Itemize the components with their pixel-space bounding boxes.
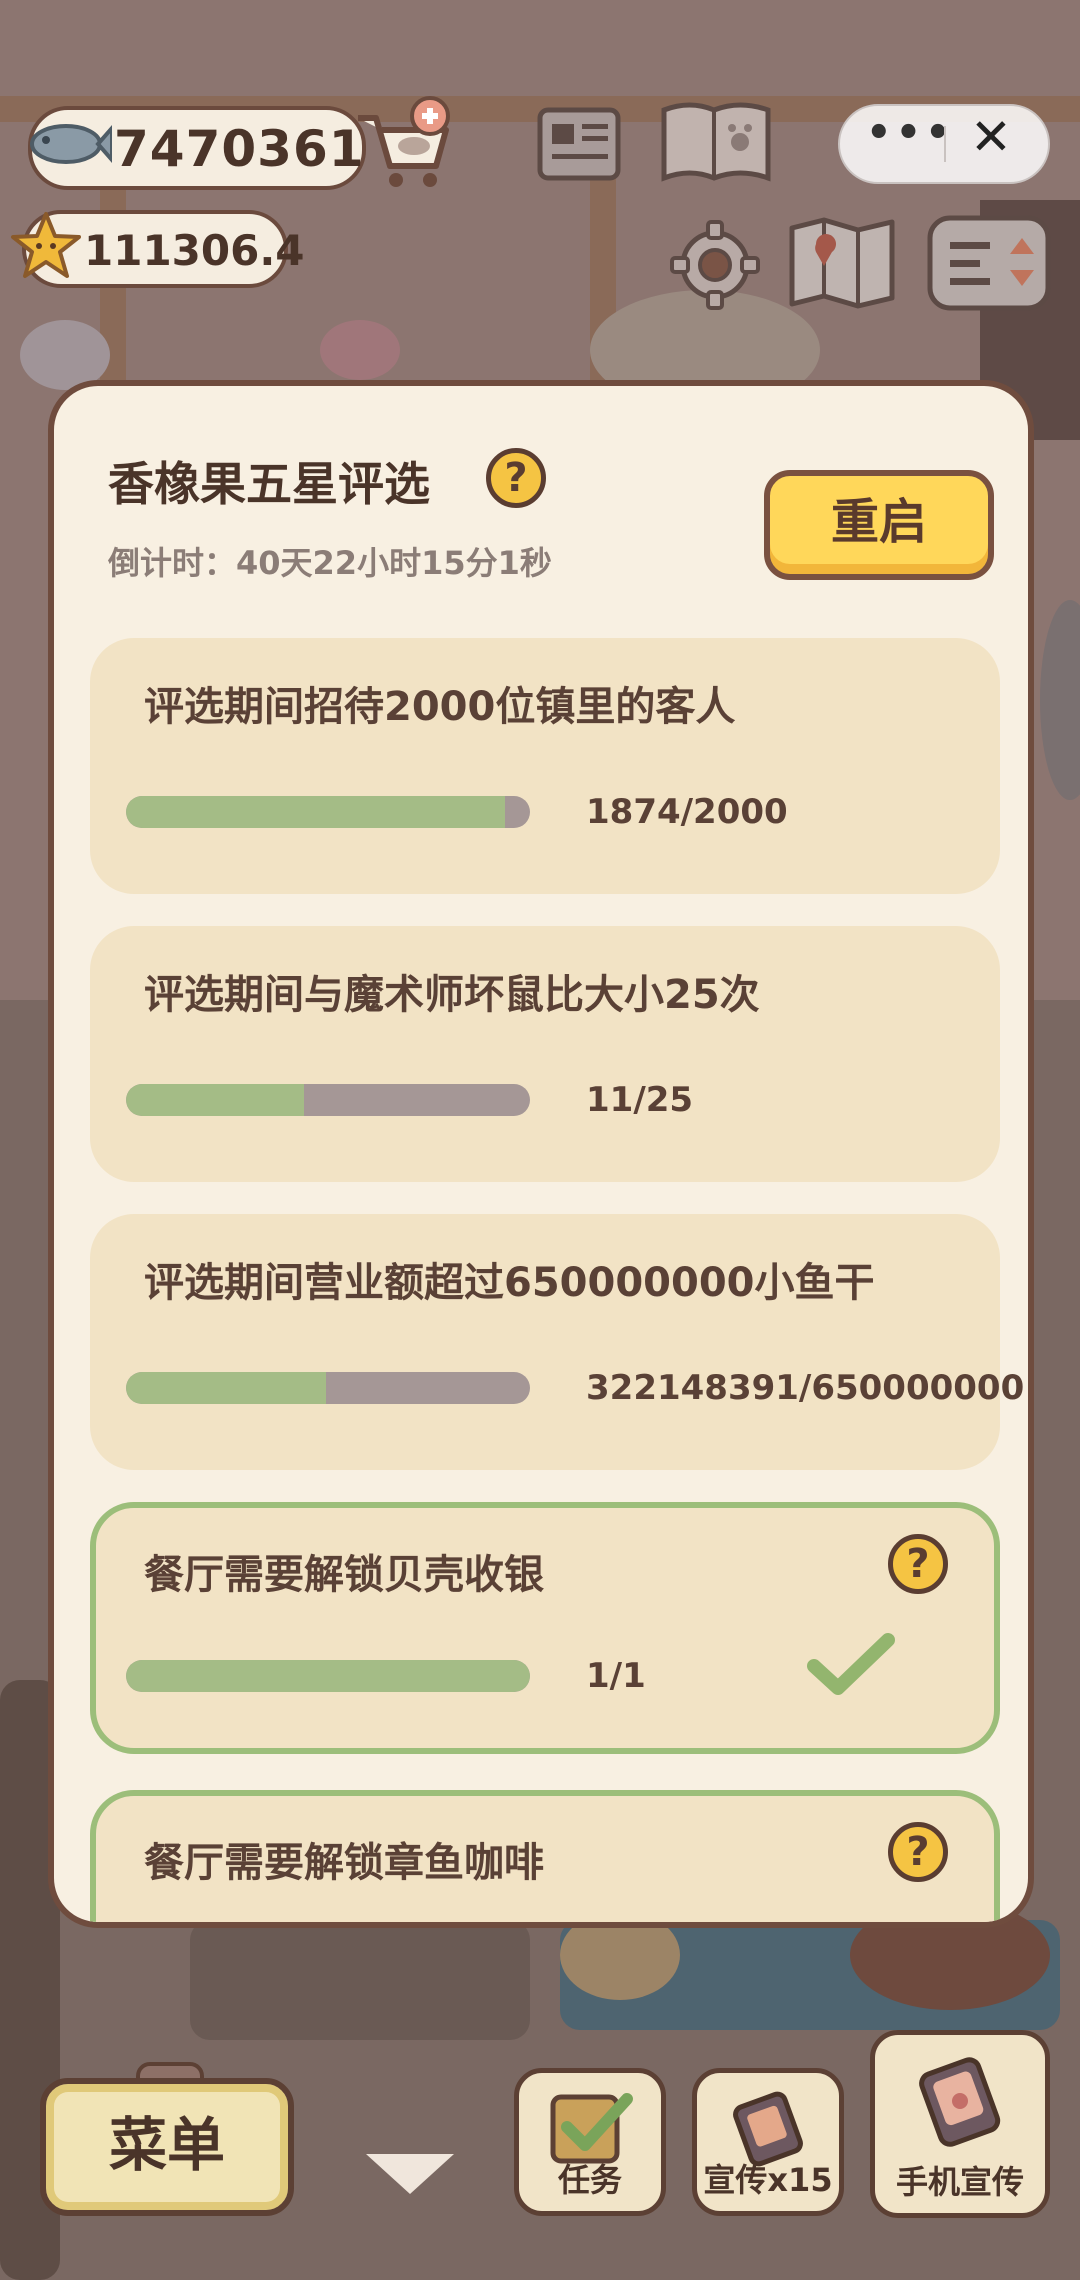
countdown-text: 倒计时：40天22小时15分1秒 (108, 544, 552, 582)
task-description: 餐厅需要解锁章鱼咖啡 (144, 1840, 544, 1886)
help-question-icon[interactable]: ? (888, 1822, 948, 1882)
progress-text: 11/25 (586, 1080, 694, 1120)
mini-program-capsule: ••• ✕ (838, 104, 1050, 184)
task-card-completed: 餐厅需要解锁章鱼咖啡 ? (90, 1790, 1000, 1922)
checkmark-icon (807, 1633, 895, 1695)
star-count: 111306.4 (84, 226, 305, 275)
progress-text: 322148391/650000000 (586, 1368, 1025, 1408)
progress-bar (126, 796, 530, 828)
phone-promotion-button[interactable]: 手机宣传 (870, 2030, 1050, 2218)
shop-cart-plus-icon[interactable] (350, 96, 456, 192)
dialog-title: 香橡果五星评选 (108, 457, 430, 511)
fish-count: 7470361 (114, 120, 365, 178)
settings-gear-icon[interactable] (668, 218, 762, 312)
task-description: 评选期间与魔术师坏鼠比大小25次 (144, 972, 760, 1018)
collapse-arrow-icon[interactable] (366, 2154, 454, 2194)
restart-button[interactable]: 重启 (764, 470, 994, 580)
fish-icon (30, 124, 112, 164)
close-mini-program-button[interactable]: ✕ (970, 108, 1012, 166)
help-question-icon[interactable]: ? (486, 448, 546, 508)
phone-paw-icon (919, 2057, 1001, 2147)
task-list[interactable]: 评选期间招待2000位镇里的客人 1874/2000 评选期间与魔术师坏鼠比大小… (90, 638, 1024, 1922)
help-question-icon[interactable]: ? (888, 1534, 948, 1594)
promotion-label: 宣传x15 (703, 2161, 833, 2199)
task-description: 评选期间招待2000位镇里的客人 (144, 684, 736, 730)
newspaper-icon[interactable] (534, 100, 624, 190)
task-description: 评选期间营业额超过650000000小鱼干 (144, 1260, 875, 1306)
progress-bar (126, 1084, 530, 1116)
task-card-completed: 餐厅需要解锁贝壳收银 ? 1/1 (90, 1502, 1000, 1754)
task-card: 评选期间营业额超过650000000小鱼干 322148391/65000000… (90, 1214, 1024, 1470)
progress-text: 1874/2000 (586, 792, 788, 832)
task-button[interactable]: 任务 (514, 2068, 666, 2216)
menu-button[interactable]: 菜单 (40, 2078, 294, 2216)
capsule-divider (944, 126, 946, 162)
phone-promotion-label: 手机宣传 (895, 2163, 1024, 2201)
map-icon[interactable] (786, 214, 898, 310)
progress-text: 1/1 (586, 1656, 646, 1696)
task-description: 餐厅需要解锁贝壳收银 (144, 1552, 544, 1598)
progress-bar (126, 1372, 530, 1404)
promotion-button[interactable]: 宣传x15 (692, 2068, 844, 2216)
task-card: 评选期间招待2000位镇里的客人 1874/2000 (90, 638, 1000, 894)
task-label: 任务 (557, 2161, 622, 2199)
five-star-review-dialog: 香橡果五星评选 ? 倒计时：40天22小时15分1秒 重启 评选期间招待2000… (48, 380, 1034, 1928)
star-face-icon (11, 212, 81, 278)
sort-list-icon[interactable] (926, 214, 1052, 312)
more-options-button[interactable]: ••• (866, 110, 955, 156)
task-card: 评选期间与魔术师坏鼠比大小25次 11/25 (90, 926, 1000, 1182)
progress-bar (126, 1660, 530, 1692)
paw-album-icon[interactable] (656, 96, 776, 192)
